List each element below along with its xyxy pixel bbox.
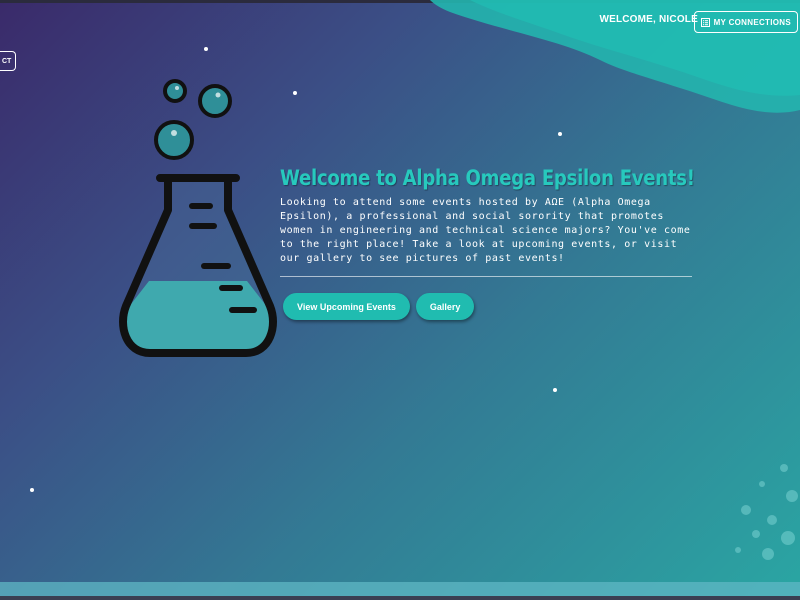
hero-title: Welcome to Alpha Omega Epsilon Events! [280,166,695,190]
gallery-button[interactable]: Gallery [415,293,475,320]
welcome-user-text: WELCOME, NICOLE [599,14,698,25]
my-connections-label: MY CONNECTIONS [713,17,791,27]
hero-description: Looking to attend some events hosted by … [280,197,691,264]
footer-border [0,596,800,600]
side-tab-button[interactable]: CT [0,51,17,71]
list-icon [700,17,710,27]
star-dot [553,388,557,392]
star-dot [558,132,562,136]
view-upcoming-events-button[interactable]: View Upcoming Events [283,293,410,320]
hero-divider [280,276,692,277]
my-connections-button[interactable]: MY CONNECTIONS [693,11,798,33]
side-tab-label: CT [2,57,12,65]
star-dot [293,91,297,95]
star-dot [204,47,208,51]
hero-section: Welcome to Alpha Omega Epsilon Events! L… [280,166,695,320]
bubble-decoration [735,464,798,560]
science-flask-icon [119,79,277,357]
hero-buttons: View Upcoming Events Gallery [283,293,692,320]
star-dot [30,488,34,492]
